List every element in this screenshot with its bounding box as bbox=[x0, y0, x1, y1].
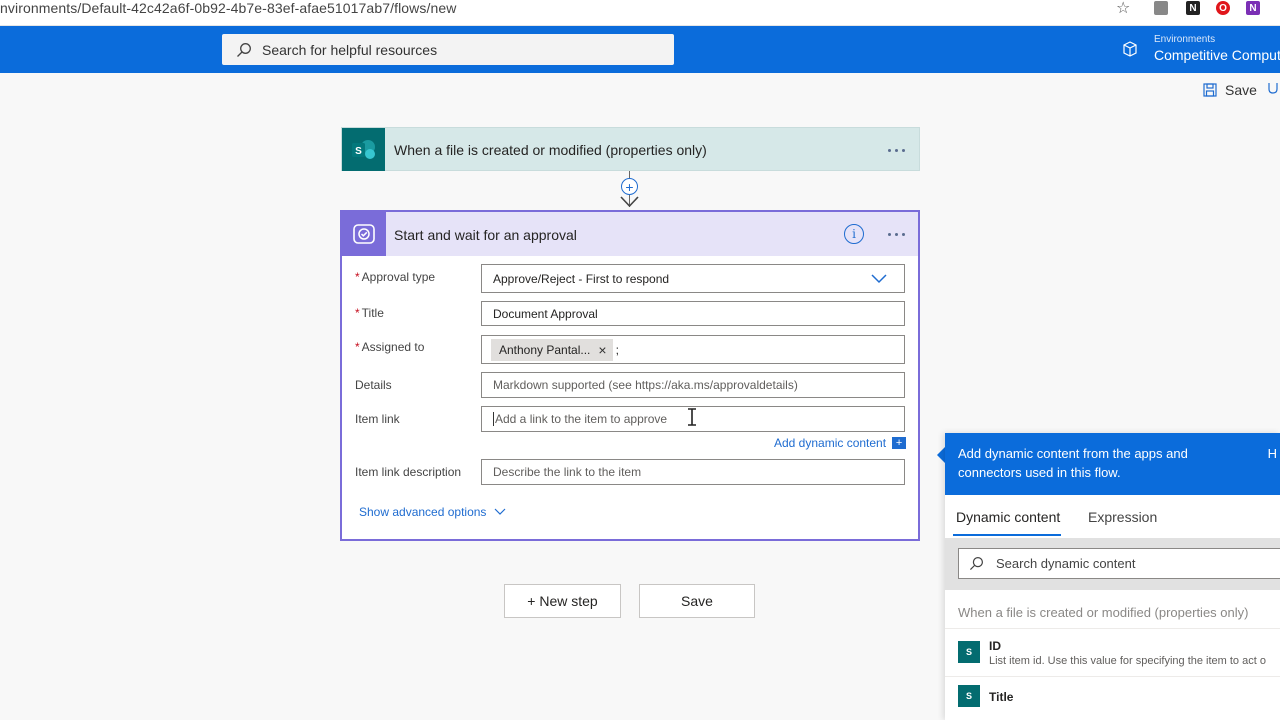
approval-action-card: Start and wait for an approval i * Approv… bbox=[340, 210, 920, 541]
approval-more-icon[interactable] bbox=[888, 233, 905, 236]
flow-checker-icon[interactable] bbox=[1266, 82, 1280, 98]
title-field[interactable]: Document Approval bbox=[481, 301, 905, 326]
assignee-chip[interactable]: Anthony Pantal... × bbox=[491, 338, 613, 361]
approval-type-label: * Approval type bbox=[355, 270, 436, 284]
text-caret bbox=[493, 412, 494, 426]
details-field[interactable]: Markdown supported (see https://aka.ms/a… bbox=[481, 372, 905, 398]
insert-step-icon[interactable]: + bbox=[621, 178, 638, 195]
approval-title: Start and wait for an approval bbox=[394, 227, 577, 243]
resource-search-box[interactable]: Search for helpful resources bbox=[222, 34, 674, 65]
star-icon[interactable]: ☆ bbox=[1116, 0, 1130, 18]
panel-pointer bbox=[937, 447, 945, 463]
dynamic-search-bar: Search dynamic content bbox=[945, 538, 1280, 590]
assigned-to-label: * Assigned to bbox=[355, 340, 425, 354]
item-link-placeholder: Add a link to the item to approve bbox=[495, 412, 668, 426]
dynamic-section-title: When a file is created or modified (prop… bbox=[958, 605, 1249, 620]
add-dynamic-icon: + bbox=[892, 437, 907, 449]
save-command-label: Save bbox=[1225, 82, 1257, 98]
dynamic-content-panel: Add dynamic content from the apps and co… bbox=[945, 433, 1280, 720]
item-link-description-field[interactable]: Describe the link to the item bbox=[481, 459, 905, 485]
save-command-button[interactable]: Save bbox=[1203, 82, 1257, 98]
item-link-description-placeholder: Describe the link to the item bbox=[493, 465, 642, 479]
hide-panel-button[interactable]: H bbox=[1268, 444, 1277, 463]
search-icon bbox=[237, 42, 251, 57]
approval-type-dropdown[interactable]: Approve/Reject - First to respond bbox=[481, 264, 905, 293]
arrow-down-icon bbox=[620, 196, 639, 208]
text-cursor-icon bbox=[688, 408, 696, 426]
tab-dynamic-content[interactable]: Dynamic content bbox=[956, 509, 1060, 525]
save-button[interactable]: Save bbox=[639, 584, 755, 618]
approval-type-value: Approve/Reject - First to respond bbox=[493, 271, 670, 286]
item-link-label: Item link bbox=[355, 412, 400, 426]
svg-text:S: S bbox=[355, 146, 362, 157]
dynamic-item-title: ID bbox=[989, 639, 1001, 653]
active-tab-indicator bbox=[953, 534, 1061, 536]
environment-icon[interactable] bbox=[1122, 41, 1138, 57]
dynamic-search-placeholder: Search dynamic content bbox=[996, 556, 1136, 571]
url-text[interactable]: nvironments/Default-42c42a6f-0b92-4b7e-8… bbox=[0, 0, 456, 16]
divider bbox=[945, 628, 1280, 629]
approval-card-header[interactable]: Start and wait for an approval i bbox=[342, 212, 918, 256]
environments-caption: Environments bbox=[1154, 34, 1216, 45]
app-header: Search for helpful resources Environment… bbox=[0, 26, 1280, 73]
add-dynamic-content-label: Add dynamic content bbox=[774, 436, 887, 450]
dynamic-search-input[interactable]: Search dynamic content bbox=[958, 548, 1280, 579]
details-label: Details bbox=[355, 378, 392, 392]
sharepoint-icon: S bbox=[958, 685, 980, 707]
show-advanced-label: Show advanced options bbox=[359, 505, 487, 519]
title-label: * Title bbox=[355, 306, 384, 320]
onenote-icon[interactable]: N bbox=[1246, 1, 1260, 15]
title-value: Document Approval bbox=[493, 306, 598, 321]
dynamic-item-title: Title bbox=[989, 690, 1014, 704]
item-link-description-label: Item link description bbox=[355, 465, 462, 479]
dynamic-panel-header: Add dynamic content from the apps and co… bbox=[945, 433, 1280, 495]
add-dynamic-content-link[interactable]: Add dynamic content + bbox=[774, 436, 907, 450]
search-icon bbox=[969, 556, 984, 571]
chevron-down-icon bbox=[495, 508, 506, 515]
new-step-button[interactable]: + New step bbox=[504, 584, 621, 618]
save-icon bbox=[1203, 83, 1217, 97]
extension-icon[interactable] bbox=[1154, 1, 1168, 15]
show-advanced-options[interactable]: Show advanced options bbox=[359, 505, 506, 519]
environment-name[interactable]: Competitive Computi bbox=[1154, 47, 1280, 63]
chevron-down-icon bbox=[871, 274, 887, 284]
approval-icon bbox=[342, 212, 386, 256]
details-placeholder: Markdown supported (see https://aka.ms/a… bbox=[493, 378, 798, 392]
dynamic-item-desc: List item id. Use this value for specify… bbox=[989, 655, 1266, 667]
info-icon[interactable]: i bbox=[844, 224, 864, 244]
assignee-name: Anthony Pantal... bbox=[499, 342, 591, 357]
sharepoint-icon: S bbox=[958, 641, 980, 663]
dynamic-panel-header-text: Add dynamic content from the apps and co… bbox=[958, 446, 1188, 480]
divider bbox=[945, 676, 1280, 677]
assignee-separator: ; bbox=[615, 342, 619, 357]
notion-icon[interactable]: N bbox=[1186, 1, 1200, 15]
remove-icon[interactable]: × bbox=[598, 342, 606, 358]
search-placeholder: Search for helpful resources bbox=[262, 41, 438, 58]
sharepoint-icon: S bbox=[342, 128, 385, 171]
trigger-title: When a file is created or modified (prop… bbox=[394, 142, 707, 158]
assigned-to-field[interactable]: Anthony Pantal... × ; bbox=[481, 335, 905, 364]
trigger-more-icon[interactable] bbox=[888, 149, 905, 152]
browser-url-bar: nvironments/Default-42c42a6f-0b92-4b7e-8… bbox=[0, 0, 1280, 26]
trigger-card[interactable]: S When a file is created or modified (pr… bbox=[341, 127, 920, 171]
tab-expression[interactable]: Expression bbox=[1088, 509, 1157, 525]
opera-icon[interactable]: O bbox=[1216, 1, 1230, 15]
